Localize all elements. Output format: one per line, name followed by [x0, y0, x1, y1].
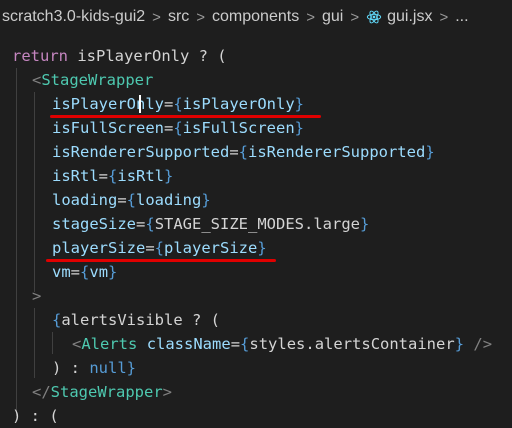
jsx-attribute: loading — [52, 191, 118, 209]
jsx-bracket: < — [72, 335, 82, 353]
code-line: return isPlayerOnly ? ( — [12, 44, 227, 68]
code-text: isPlayerOnly ? ( — [68, 47, 227, 65]
jsx-value: vm — [89, 263, 109, 281]
indent-guide — [34, 92, 35, 292]
jsx-tag: Alerts — [81, 335, 138, 353]
code-line: vm={vm} — [52, 263, 118, 281]
jsx-tag: StageWrapper — [50, 383, 163, 401]
breadcrumb-item-project[interactable]: scratch3.0-kids-gui2 — [2, 8, 145, 26]
jsx-attribute: isRtl — [52, 167, 99, 185]
jsx-value: styles.alertsContainer — [249, 335, 455, 353]
jsx-value: STAGE_SIZE_MODES.large — [154, 215, 360, 233]
code-line: ) : ( — [12, 404, 59, 428]
code-text: alertsVisible ? ( — [61, 311, 220, 329]
indent-guide — [16, 68, 17, 416]
chevron-right-icon: > — [439, 8, 449, 26]
breadcrumb: scratch3.0-kids-gui2 > src > components … — [0, 0, 512, 34]
jsx-attribute: playerSize — [52, 239, 146, 257]
jsx-value: isPlayerOnly — [182, 95, 295, 113]
jsx-bracket: < — [32, 71, 42, 89]
highlight-underline — [50, 115, 321, 118]
breadcrumb-item-gui[interactable]: gui — [322, 8, 343, 26]
text-cursor — [139, 95, 141, 113]
code-line: ) : null} — [52, 359, 136, 377]
jsx-attribute: vm — [52, 263, 71, 281]
chevron-right-icon: > — [196, 8, 206, 26]
chevron-right-icon: > — [152, 8, 161, 26]
indent-guide — [34, 308, 35, 378]
keyword: return — [12, 47, 68, 65]
code-line: isPlayerOnly={isPlayerOnly} — [52, 95, 304, 113]
code-line: stageSize={STAGE_SIZE_MODES.large} — [52, 215, 370, 233]
keyword: null — [89, 359, 127, 377]
jsx-attribute: stageSize — [52, 215, 136, 233]
code-editor[interactable]: return isPlayerOnly ? ( <StageWrapper is… — [0, 34, 512, 425]
indent-guide — [52, 332, 53, 354]
code-line: {alertsVisible ? ( — [52, 311, 220, 329]
jsx-attribute: className — [146, 335, 231, 353]
jsx-bracket: > — [32, 287, 42, 305]
jsx-value: isRtl — [117, 167, 165, 185]
chevron-right-icon: > — [350, 8, 360, 26]
breadcrumb-item-ellipsis[interactable]: ... — [455, 8, 468, 26]
breadcrumb-item-components[interactable]: components — [212, 8, 299, 26]
jsx-bracket: </ — [32, 383, 51, 401]
code-line: <Alerts className={styles.alertsContaine… — [72, 335, 493, 353]
code-line: playerSize={playerSize} — [52, 239, 267, 257]
jsx-attribute: isFullScreen — [52, 119, 164, 137]
code-line: > — [32, 284, 41, 308]
code-line: <StageWrapper — [32, 68, 153, 92]
code-line: isRtl={isRtl} — [52, 167, 174, 185]
jsx-value: isFullScreen — [182, 119, 295, 137]
jsx-attribute: isPlayerOnly — [52, 95, 164, 113]
jsx-value: playerSize — [164, 239, 258, 257]
jsx-attribute: isRendererSupported — [52, 143, 230, 161]
breadcrumb-item-file[interactable]: gui.jsx — [387, 8, 432, 26]
code-line: isFullScreen={isFullScreen} — [52, 119, 304, 137]
jsx-value: loading — [136, 191, 202, 209]
react-icon — [366, 10, 382, 24]
code-line: isRendererSupported={isRendererSupported… — [52, 143, 435, 161]
jsx-tag: StageWrapper — [41, 71, 154, 89]
code-text: ) : ( — [12, 407, 59, 425]
code-line: loading={loading} — [52, 191, 211, 209]
chevron-right-icon: > — [306, 8, 315, 26]
code-line: </StageWrapper> — [32, 383, 172, 401]
breadcrumb-item-src[interactable]: src — [168, 8, 189, 26]
highlight-underline — [46, 259, 276, 262]
jsx-value: isRendererSupported — [248, 143, 426, 161]
